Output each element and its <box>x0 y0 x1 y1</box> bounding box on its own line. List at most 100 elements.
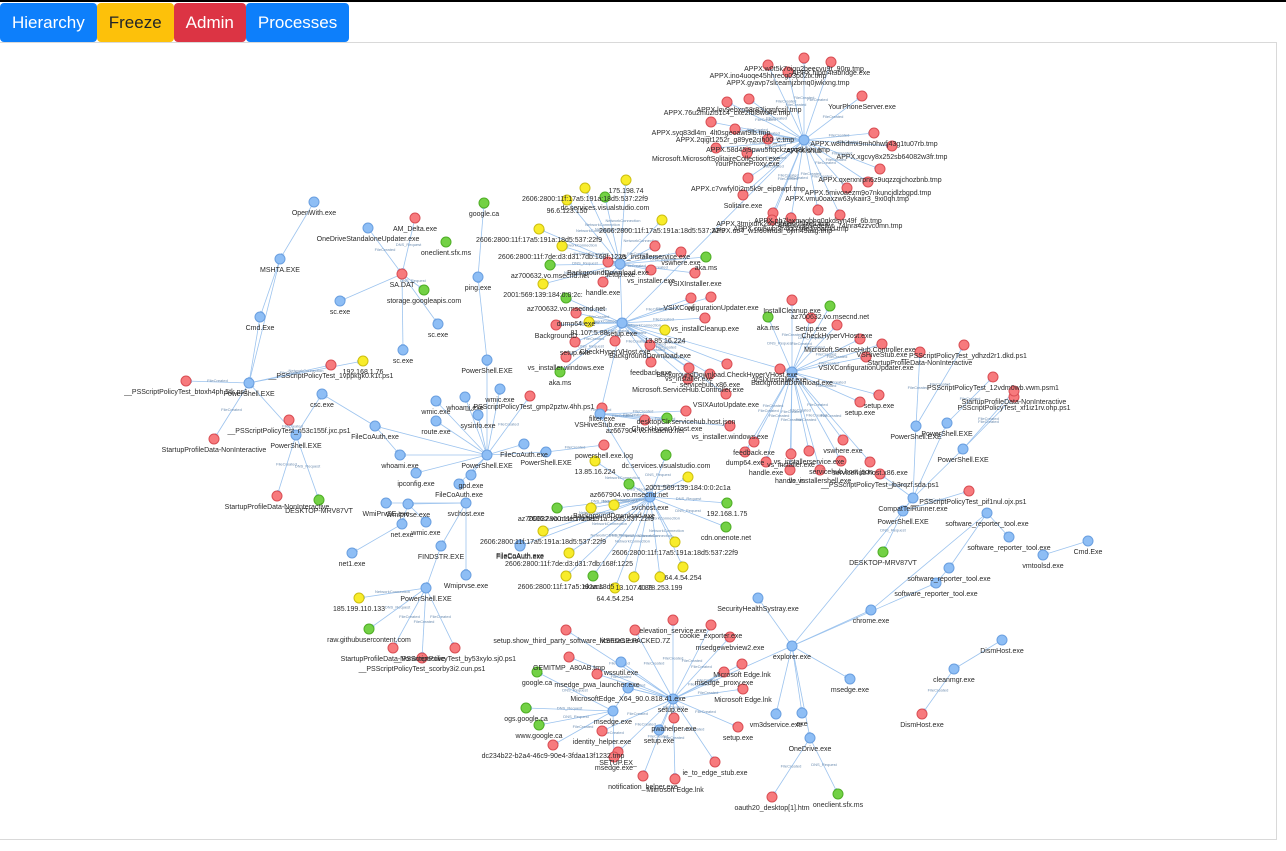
graph-node-ip2606h[interactable] <box>563 547 575 559</box>
graph-node-appxc7[interactable] <box>742 172 754 184</box>
graph-node-pwshlog[interactable] <box>598 439 610 451</box>
graph-node-findstr[interactable] <box>435 540 447 552</box>
graph-node-startup2[interactable] <box>271 490 283 502</box>
graph-node-oauth20[interactable] <box>766 791 778 803</box>
graph-node-swrep1[interactable] <box>981 507 993 519</box>
graph-node-msedgelnk1[interactable] <box>736 658 748 670</box>
graph-node-az7006c[interactable] <box>551 502 563 514</box>
graph-node-cookieexp[interactable] <box>705 619 717 631</box>
graph-node-appxqx[interactable] <box>874 163 886 175</box>
graph-node-wmiprvse3[interactable] <box>460 569 472 581</box>
graph-node-ip2001b[interactable] <box>682 471 694 483</box>
graph-node-pspoli1[interactable] <box>325 359 337 371</box>
graph-node-gmp2[interactable] <box>524 390 536 402</box>
graph-node-ietoedge[interactable] <box>709 756 721 768</box>
graph-node-whoami2[interactable] <box>394 449 406 461</box>
graph-node-dismhost2[interactable] <box>916 708 928 720</box>
graph-node-vsinstcln[interactable] <box>699 312 711 324</box>
graph-node-srvhubx86[interactable] <box>864 456 876 468</box>
graph-node-vm3d[interactable] <box>770 708 782 720</box>
graph-node-startup1[interactable] <box>208 433 220 445</box>
graph-node-amdelta[interactable] <box>409 212 421 224</box>
graph-node-checkhyper2[interactable] <box>721 358 733 370</box>
graph-node-msedgelnk3[interactable] <box>669 773 681 785</box>
graph-node-az7006a[interactable] <box>544 259 556 271</box>
graph-node-wmic2[interactable] <box>430 395 442 407</box>
graph-node-pwsh5[interactable] <box>481 449 493 461</box>
graph-node-wmic1[interactable] <box>494 383 506 395</box>
graph-node-psbtox[interactable] <box>180 375 192 387</box>
graph-node-pwshexe8[interactable] <box>941 417 953 429</box>
graph-node-ping[interactable] <box>472 271 484 283</box>
graph-node-cleanmgr[interactable] <box>948 663 960 675</box>
graph-node-ip13c[interactable] <box>628 571 640 583</box>
graph-node-ip192[interactable] <box>357 355 369 367</box>
graph-node-onecl1[interactable] <box>440 236 452 248</box>
graph-node-elevsvc[interactable] <box>667 614 679 626</box>
graph-node-wssutil[interactable] <box>615 656 627 668</box>
graph-node-onedrive[interactable] <box>804 732 816 744</box>
graph-node-appxshub[interactable] <box>798 134 810 146</box>
graph-node-ip64a[interactable] <box>677 561 689 573</box>
graph-node-psydhz[interactable] <box>958 339 970 351</box>
graph-node-ip40[interactable] <box>654 571 666 583</box>
graph-node-net1[interactable] <box>346 547 358 559</box>
graph-node-bgdl4[interactable] <box>608 499 620 511</box>
graph-node-vsinstsvc2[interactable] <box>803 445 815 457</box>
graph-node-rawgit[interactable] <box>363 623 375 635</box>
freeze-button[interactable]: Freeze <box>96 3 174 42</box>
graph-node-akams1[interactable] <box>700 251 712 263</box>
graph-node-dismhost1[interactable] <box>996 634 1008 646</box>
graph-node-filecoauth1[interactable] <box>369 420 381 432</box>
graph-node-explorer[interactable] <box>786 640 798 652</box>
graph-node-yourphone1[interactable] <box>856 90 868 102</box>
graph-node-startup3[interactable] <box>387 642 399 654</box>
graph-node-notifhelp[interactable] <box>637 770 649 782</box>
graph-node-sechealth[interactable] <box>752 592 764 604</box>
graph-node-chrome[interactable] <box>865 604 877 616</box>
graph-node-pif1[interactable] <box>963 485 975 497</box>
graph-node-sc2[interactable] <box>432 318 444 330</box>
graph-node-whoami1[interactable] <box>459 391 471 403</box>
processes-button[interactable]: Processes <box>245 3 350 42</box>
graph-node-installcln[interactable] <box>786 294 798 306</box>
graph-node-vswhere2[interactable] <box>837 434 849 446</box>
graph-node-vsinstsvc1[interactable] <box>649 240 661 252</box>
graph-node-appxw5[interactable] <box>798 52 810 64</box>
graph-node-ip192b[interactable] <box>721 497 733 509</box>
graph-node-checkhyper4[interactable] <box>831 319 843 331</box>
graph-node-msedge2[interactable] <box>607 705 619 717</box>
graph-node-ip2001[interactable] <box>537 278 549 290</box>
graph-node-pwshexe7[interactable] <box>910 420 922 432</box>
graph-node-appxlov[interactable] <box>743 93 755 105</box>
graph-node-onedrivestand[interactable] <box>362 222 374 234</box>
graph-node-googleca1[interactable] <box>478 197 490 209</box>
process-graph[interactable]: FileCreated DNS_Request DNS_Request FileCre… <box>0 42 1286 842</box>
graph-node-setup2[interactable] <box>616 317 628 329</box>
graph-node-ip2606e[interactable] <box>585 502 597 514</box>
graph-node-pwshexe9[interactable] <box>957 443 969 455</box>
graph-node-ip13a[interactable] <box>659 324 671 336</box>
graph-node-storage[interactable] <box>418 284 430 296</box>
graph-node-ip2606g[interactable] <box>669 536 681 548</box>
graph-node-vsfile[interactable] <box>685 292 697 304</box>
graph-node-setupshow[interactable] <box>560 624 572 636</box>
graph-node-netexe[interactable] <box>396 518 408 530</box>
graph-node-desktopcli[interactable] <box>680 405 692 417</box>
graph-node-pwsh1[interactable] <box>243 377 255 389</box>
graph-node-gemitmp[interactable] <box>563 651 575 663</box>
graph-node-openwith[interactable] <box>308 196 320 208</box>
graph-node-az7006d[interactable] <box>824 300 836 312</box>
graph-node-wmiprvse2[interactable] <box>402 498 414 510</box>
graph-node-svchost1[interactable] <box>460 497 472 509</box>
graph-node-cmdexe2[interactable] <box>1082 535 1094 547</box>
graph-node-ip175[interactable] <box>620 174 632 186</box>
graph-node-ip2606a[interactable] <box>579 182 591 194</box>
graph-node-sc1[interactable] <box>334 295 346 307</box>
graph-node-msedge1[interactable] <box>844 673 856 685</box>
graph-node-setupexe9[interactable] <box>732 721 744 733</box>
graph-node-ip185[interactable] <box>353 592 365 604</box>
graph-node-ps53[interactable] <box>283 414 295 426</box>
graph-node-ip2606c[interactable] <box>533 223 545 235</box>
hierarchy-button[interactable]: Hierarchy <box>0 3 97 42</box>
